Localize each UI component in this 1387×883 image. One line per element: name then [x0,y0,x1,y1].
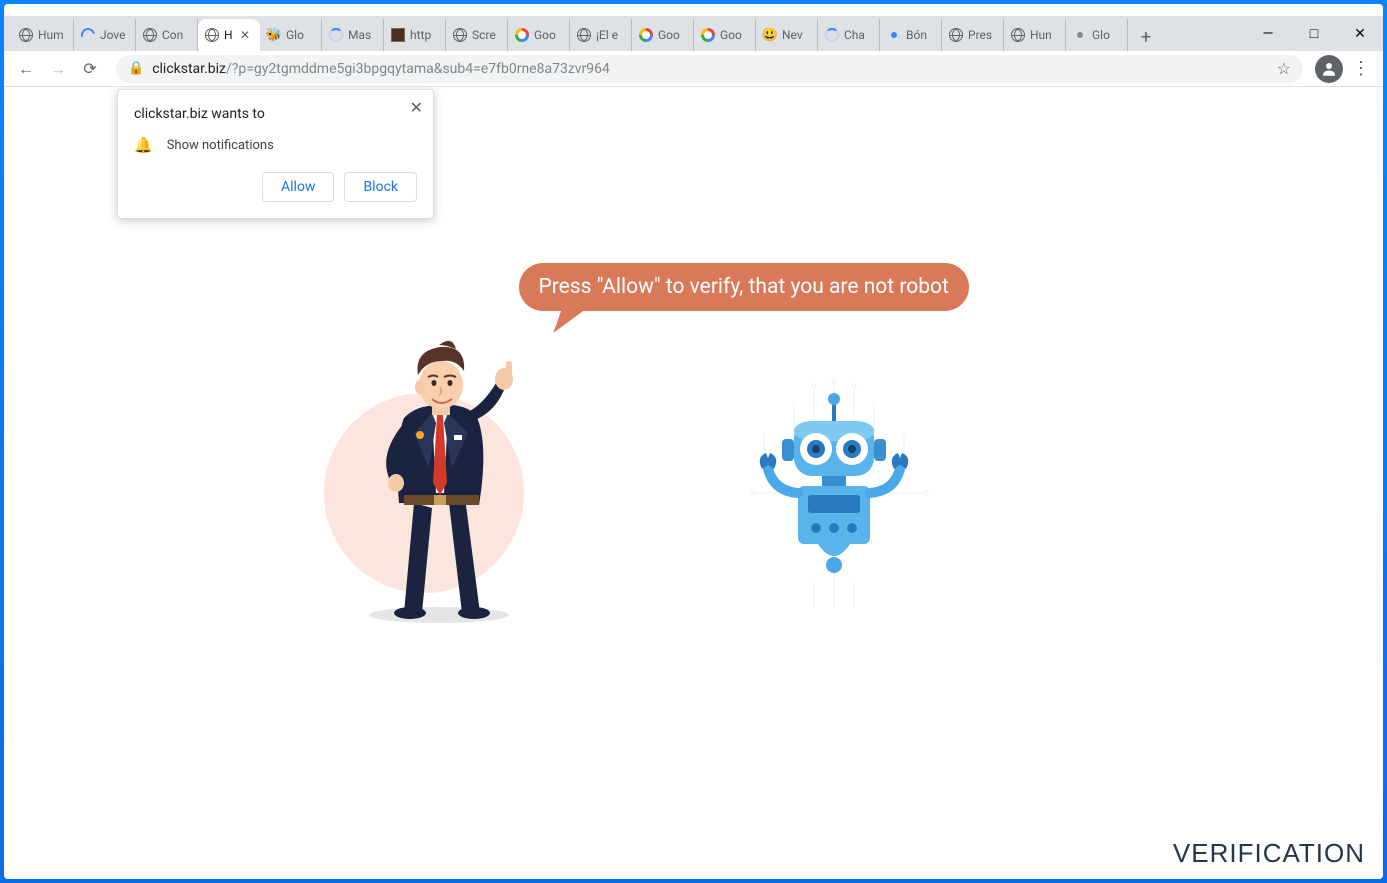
tab-label: Bón [906,28,935,42]
tab-14[interactable]: Bón [880,19,942,51]
tab-11[interactable]: Goo [694,19,756,51]
maximize-button[interactable]: □ [1291,18,1337,50]
tab-10[interactable]: Goo [632,19,694,51]
verification-watermark: VERIFICATION [1173,838,1365,869]
tab-label: Con [162,28,191,42]
verification-scene: Press "Allow" to verify, that you are no… [334,263,1054,663]
tab-8[interactable]: Goo [508,19,570,51]
tab-1[interactable]: Jove [74,19,136,51]
tab-label: Pres [968,28,997,42]
tab-favicon-icon [886,27,902,43]
tab-favicon-icon [452,27,468,43]
tab-0[interactable]: Hum [12,19,74,51]
url-text: clickstar.biz/?p=gy2tgmddme5gi3bpgqytama… [152,61,1268,77]
tab-favicon-icon [204,27,220,43]
dialog-close-button[interactable]: ✕ [410,98,423,117]
bookmark-star-icon[interactable]: ☆ [1277,59,1291,78]
tab-close-icon[interactable]: ✕ [240,28,254,42]
tab-favicon-icon [1010,27,1026,43]
tab-label: Goo [720,28,749,42]
permission-text: Show notifications [167,138,274,153]
reload-button[interactable]: ⟳ [76,55,104,83]
page-content: ✕ clickstar.biz wants to 🔔 Show notifica… [4,87,1383,879]
url-path: /?p=gy2tgmddme5gi3bpgqytama&sub4=e7fb0rn… [226,61,610,77]
close-window-button[interactable]: ✕ [1337,18,1383,50]
back-button[interactable]: ← [12,55,40,83]
tab-9[interactable]: ¡El e [570,19,632,51]
tab-5[interactable]: Mas [322,19,384,51]
tab-2[interactable]: Con [136,19,198,51]
tab-7[interactable]: Scre [446,19,508,51]
profile-avatar-icon[interactable] [1315,55,1343,83]
new-tab-button[interactable]: + [1132,23,1160,51]
tab-favicon-icon [328,27,344,43]
tab-favicon-icon [700,27,716,43]
tab-label: ¡El e [596,28,625,42]
tab-favicon-icon [638,27,654,43]
toolbar: ← → ⟳ 🔒 clickstar.biz/?p=gy2tgmddme5gi3b… [4,51,1383,87]
tab-label: Hum [38,28,67,42]
tab-15[interactable]: Pres [942,19,1004,51]
tab-label: H [224,28,236,42]
tab-label: Hun [1030,28,1059,42]
tab-favicon-icon [142,27,158,43]
tab-favicon-icon [18,27,34,43]
lock-icon: 🔒 [128,61,144,76]
browser-window: HumJoveConH✕🐝GloMashttpScreGoo¡El eGooGo… [4,4,1383,879]
dialog-title: clickstar.biz wants to [134,106,417,122]
bell-icon: 🔔 [134,136,153,154]
tab-label: Scre [472,28,501,42]
notification-permission-dialog: ✕ clickstar.biz wants to 🔔 Show notifica… [117,89,434,219]
tab-label: Jove [100,28,129,42]
allow-button[interactable]: Allow [262,172,334,202]
tab-label: Glo [1092,28,1121,42]
titlebar [4,4,1383,16]
tab-favicon-icon [1072,27,1088,43]
tab-12[interactable]: 😃 Nev [756,19,818,51]
tab-6[interactable]: http [384,19,446,51]
tab-favicon-icon [948,27,964,43]
tab-4[interactable]: 🐝 Glo [260,19,322,51]
tab-label: Mas [348,28,377,42]
tab-label: Goo [534,28,563,42]
tab-17[interactable]: Glo [1066,19,1128,51]
tab-favicon-icon [576,27,592,43]
tab-favicon-icon: 😃 [762,27,778,43]
url-domain: clickstar.biz [152,61,226,77]
speech-bubble: Press "Allow" to verify, that you are no… [519,263,969,311]
minimize-button[interactable]: — [1245,18,1291,50]
tab-label: Goo [658,28,687,42]
address-bar[interactable]: 🔒 clickstar.biz/?p=gy2tgmddme5gi3bpgqyta… [116,55,1303,83]
tab-favicon-icon [80,27,96,43]
tab-label: Nev [782,28,811,42]
tab-strip: HumJoveConH✕🐝GloMashttpScreGoo¡El eGooGo… [4,16,1383,51]
tab-favicon-icon: 🐝 [266,27,282,43]
kebab-menu-icon[interactable]: ⋮ [1347,55,1375,83]
tab-label: Cha [844,28,873,42]
tab-favicon-icon [390,27,406,43]
forward-button[interactable]: → [44,55,72,83]
block-button[interactable]: Block [344,172,417,202]
businessman-illustration [334,323,554,623]
tab-label: http [410,28,439,42]
tab-label: Glo [286,28,315,42]
robot-illustration [724,373,944,613]
tab-favicon-icon [514,27,530,43]
tab-16[interactable]: Hun [1004,19,1066,51]
tab-favicon-icon [824,27,840,43]
tab-13[interactable]: Cha [818,19,880,51]
dialog-permission-row: 🔔 Show notifications [134,136,417,154]
tab-3[interactable]: H✕ [198,19,260,51]
window-controls: — □ ✕ [1245,16,1383,51]
